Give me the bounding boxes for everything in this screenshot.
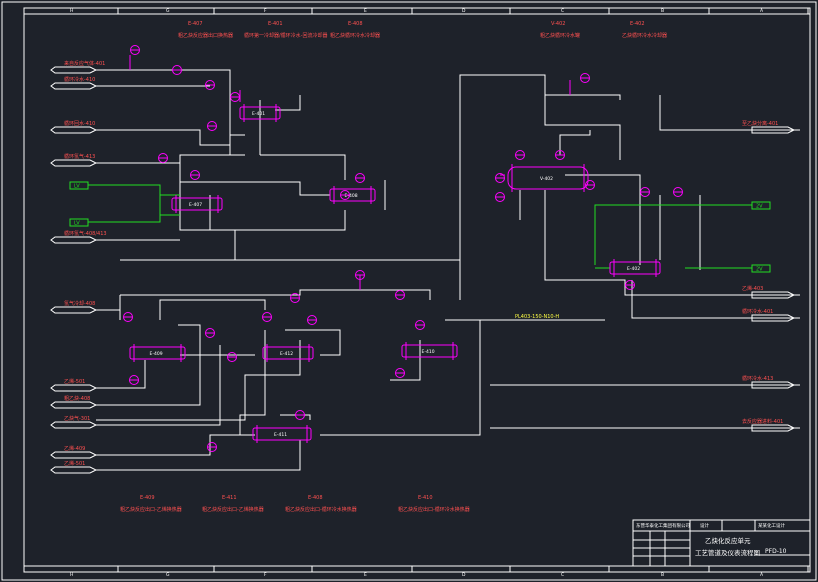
title-stage: 设计: [700, 522, 709, 529]
inlet-label: 循环回水-410: [64, 120, 95, 127]
header-equipment-desc: 粗乙炔反应器出口换热器: [178, 32, 233, 39]
title-project: 某某化工设计: [758, 522, 785, 529]
inlet-label: 粗乙炔-408: [64, 395, 90, 402]
footer-equipment-id: E-409: [140, 495, 155, 501]
border-letter-bottom: C: [561, 572, 564, 578]
title-block: 东营华泰化工集团有限公司 设计 某某化工设计 乙炔化反应单元 工艺管道及仪表流程…: [632, 519, 811, 567]
title-org: 东营华泰化工集团有限公司: [636, 522, 690, 529]
header-equipment-id: E-408: [348, 21, 363, 27]
outlet-label: 乙烯-403: [742, 285, 763, 292]
green-tag-label: LV: [74, 184, 80, 190]
line-number-label: PL403-150-N10-H: [515, 314, 559, 320]
footer-equipment-id: E-408: [308, 495, 323, 501]
inlet-arrow: [50, 236, 98, 244]
instrument-bubbles: [123, 45, 683, 452]
inlet-label: 循环氢气-413: [64, 153, 95, 160]
border-letter-bottom: B: [661, 572, 664, 578]
title-line1: 乙炔化反应单元: [705, 536, 751, 545]
footer-equipment-desc: 粗乙炔反应出口-循环冷水换热器: [285, 506, 357, 513]
border-letter-bottom: H: [70, 572, 73, 578]
title-drawing-no: PFD-10: [765, 548, 787, 555]
equipment-tag: E-410: [422, 349, 435, 355]
equipment-tag: E-409: [150, 351, 163, 357]
border-letter-top: G: [166, 8, 170, 14]
border-letter-top: F: [264, 8, 267, 14]
equipment-tag: E-408: [345, 193, 358, 199]
inlet-arrow: [50, 82, 98, 90]
inlet-label: 乙烯-409: [64, 445, 85, 452]
inlet-arrow: [50, 421, 98, 429]
green-tag-label: 2V: [756, 204, 763, 210]
inlet-arrow: [50, 401, 98, 409]
footer-equipment-desc: 粗乙炔反应出口-循环冷水换热器: [398, 506, 470, 513]
header-equipment-id: E-401: [268, 21, 283, 27]
inlet-arrows: 来自反应气体-401 循环冷水-410 循环回水-410 循环氢气-413 循环氢气-4…: [50, 60, 107, 474]
border-letter-top: D: [462, 8, 466, 14]
equipment-tag: E-402: [627, 266, 640, 272]
header-equipment-id: E-407: [188, 21, 203, 27]
green-cooling-loops: [88, 184, 752, 269]
inlet-label: 来自反应气体-401: [64, 60, 105, 67]
equipment-tag: E-407: [189, 202, 202, 208]
outlet-label: 循环冷水-401: [742, 308, 773, 315]
pid-diagram: H H G G F F E E D D C C B B A A E-407 粗乙炔反应器出口换热器 E-401 循环…: [1, 1, 817, 581]
outlet-arrows: 至乙炔分离-401 乙烯-403 循环冷水-401 循环冷水-413 去反应器进料-40…: [742, 120, 796, 432]
header-equipment-desc: 乙炔循环冷水冷却器: [622, 32, 667, 39]
green-tags: LV LV 2V 2V: [69, 181, 771, 273]
inlet-arrow: [50, 451, 98, 459]
footer-labels: E-409 粗乙炔反应出口-乙烯换热器 E-411 粗乙炔反应出口-乙烯换热器 E-40…: [120, 495, 470, 513]
header-equipment-desc: 粗乙炔循环冷水冷却器: [330, 32, 380, 39]
title-line2: 工艺管道及仪表流程图: [695, 548, 760, 557]
footer-equipment-id: E-411: [222, 495, 237, 501]
outlet-label: 至乙炔分离-401: [742, 120, 778, 127]
inlet-label: 乙烯-501: [64, 460, 85, 467]
outer-border: [1, 1, 817, 581]
footer-equipment-desc: 粗乙炔反应出口-乙烯换热器: [202, 506, 264, 513]
equipment-tag: V-402: [540, 176, 553, 182]
inlet-label: 氢气冷却-408: [64, 300, 95, 307]
outlet-label: 循环冷水-413: [742, 375, 773, 382]
inlet-arrow: [50, 126, 98, 134]
equipment-tag: E-411: [274, 432, 287, 438]
header-equipment-id: V-402: [551, 21, 565, 27]
border-letter-bottom: F: [264, 572, 267, 578]
border-letter-bottom: A: [760, 572, 764, 578]
footer-equipment-id: E-410: [418, 495, 433, 501]
header-equipment-desc: 循环第一冷却器/循环冷水-回流冷却器: [244, 32, 328, 39]
border-letter-bottom: G: [166, 572, 170, 578]
inlet-arrow: [50, 384, 98, 392]
inlet-label: 循环氢气-408/413: [64, 230, 107, 237]
inlet-label: 乙炔气-301: [64, 415, 90, 422]
border-letter-top: E: [364, 8, 367, 14]
inlet-label: 循环冷水-410: [64, 76, 95, 83]
main-piping: [96, 69, 800, 471]
border-letters: H H G G F F E E D D C C B B A A: [70, 8, 809, 578]
equipment-tag: E-412: [280, 351, 293, 357]
inlet-label: 乙烯-501: [64, 378, 85, 385]
footer-equipment-desc: 粗乙炔反应出口-乙烯换热器: [120, 506, 182, 513]
inlet-arrow: [50, 306, 98, 314]
inlet-arrow: [50, 159, 98, 167]
border-letter-top: A: [760, 8, 764, 14]
border-letter-top: B: [661, 8, 664, 14]
border-letter-bottom: D: [462, 572, 466, 578]
equipment-tag: E-401: [252, 111, 265, 117]
border-letter-top: C: [561, 8, 564, 14]
green-tag-label: 2V: [756, 267, 763, 273]
inlet-arrow: [50, 466, 98, 474]
header-equipment-desc: 粗乙炔循环冷水罐: [540, 32, 580, 39]
inlet-arrow: [50, 66, 98, 74]
border-letter-bottom: E: [364, 572, 367, 578]
border-letter-top: H: [70, 8, 73, 14]
drawing-canvas: H H G G F F E E D D C C B B A A E-407 粗乙炔反应器出口换热器 E-401 循环…: [0, 0, 818, 582]
header-equipment-id: E-402: [630, 21, 645, 27]
magenta-piping: [129, 55, 571, 290]
header-labels: E-407 粗乙炔反应器出口换热器 E-401 循环第一冷却器/循环冷水-回流冷却器 E…: [178, 21, 667, 39]
green-tag-label: LV: [74, 221, 80, 227]
outlet-label: 去反应器进料-401: [742, 418, 783, 425]
